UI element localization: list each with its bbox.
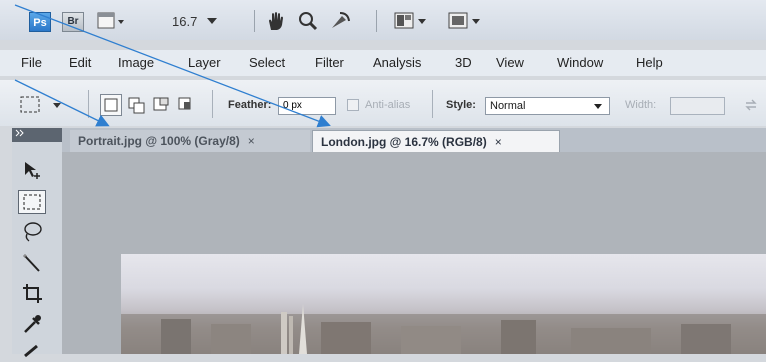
lasso-icon <box>24 222 42 242</box>
swap-arrows-icon <box>745 99 757 111</box>
tool-preset-picker[interactable] <box>19 94 67 116</box>
tab-portrait-label: Portrait.jpg @ 100% (Gray/8) <box>78 134 240 148</box>
style-select[interactable]: Normal <box>485 97 610 115</box>
magic-wand-icon <box>23 254 40 272</box>
healing-brush-icon <box>24 344 38 358</box>
style-label: Style: <box>446 99 476 111</box>
hand-tool-button[interactable] <box>265 9 287 33</box>
view-extras-dropdown[interactable] <box>96 9 126 33</box>
arrange-documents-dropdown[interactable] <box>393 9 429 33</box>
crop-icon <box>23 284 42 303</box>
healing-brush-tool[interactable] <box>18 338 46 362</box>
menu-view[interactable]: View <box>496 55 524 70</box>
menu-filter[interactable]: Filter <box>315 55 344 70</box>
move-tool[interactable] <box>18 158 46 182</box>
menu-bar: File Edit Image Layer Select Filter Anal… <box>0 50 766 76</box>
screen-mode-icon <box>448 12 480 29</box>
menu-help[interactable]: Help <box>636 55 663 70</box>
style-select-value: Normal <box>490 100 526 112</box>
menu-window[interactable]: Window <box>557 55 603 70</box>
london-photo <box>121 254 766 354</box>
anti-alias-label: Anti-alias <box>365 99 411 111</box>
menu-image[interactable]: Image <box>118 55 154 70</box>
tools-panel-header[interactable] <box>12 128 62 142</box>
rectangular-marquee-icon <box>23 194 41 210</box>
rectangular-marquee-tool[interactable] <box>18 190 46 214</box>
feather-input[interactable]: 0 px <box>278 97 336 115</box>
crop-tool[interactable] <box>18 282 46 306</box>
screen-mode-dropdown[interactable] <box>447 9 483 33</box>
marquee-preset-icon <box>20 96 61 113</box>
zoom-level-dropdown[interactable]: 16.7 <box>172 9 219 33</box>
tab-london[interactable]: London.jpg @ 16.7% (RGB/8) × <box>312 130 560 152</box>
intersect-selection-button[interactable] <box>176 94 198 116</box>
close-icon[interactable]: × <box>495 135 502 149</box>
move-tool-icon <box>25 162 40 179</box>
menu-3d[interactable]: 3D <box>455 55 472 70</box>
anti-alias-checkbox[interactable] <box>347 99 359 111</box>
new-selection-button[interactable] <box>100 94 122 116</box>
close-icon[interactable]: × <box>248 134 255 148</box>
hand-icon <box>269 12 283 30</box>
menu-select[interactable]: Select <box>249 55 285 70</box>
quick-selection-tool[interactable] <box>18 252 46 276</box>
arrange-documents-icon <box>394 12 426 29</box>
city-skyline-image <box>121 304 766 354</box>
width-input[interactable] <box>670 97 725 115</box>
bridge-launch-button[interactable]: Br <box>62 12 84 32</box>
rotate-view-icon <box>332 12 350 28</box>
chevron-down-icon <box>207 18 218 24</box>
add-selection-icon <box>128 97 145 114</box>
tab-portrait[interactable]: Portrait.jpg @ 100% (Gray/8) × <box>70 130 310 152</box>
menu-layer[interactable]: Layer <box>188 55 221 70</box>
menu-file[interactable]: File <box>21 55 42 70</box>
zoom-tool-button[interactable] <box>297 9 319 33</box>
eyedropper-tool[interactable] <box>18 312 46 336</box>
subtract-selection-icon <box>153 97 169 111</box>
add-selection-button[interactable] <box>126 94 148 116</box>
subtract-selection-button[interactable] <box>151 94 173 116</box>
chevron-down-icon <box>594 104 602 109</box>
tab-london-label: London.jpg @ 16.7% (RGB/8) <box>321 134 487 149</box>
zoom-level-value: 16.7 <box>172 13 198 29</box>
options-divider <box>212 90 213 118</box>
new-selection-icon <box>104 98 118 112</box>
menu-edit[interactable]: Edit <box>69 55 91 70</box>
swap-width-height-button[interactable] <box>744 98 758 115</box>
rotate-view-button[interactable] <box>328 9 352 33</box>
width-label: Width: <box>625 99 657 111</box>
expand-panel-icon <box>15 129 24 137</box>
options-divider <box>88 90 89 118</box>
view-extras-icon <box>97 12 124 29</box>
photoshop-logo-button[interactable]: Ps <box>29 12 51 32</box>
menu-analysis[interactable]: Analysis <box>373 55 421 70</box>
options-divider <box>432 90 433 118</box>
intersect-selection-icon <box>178 97 191 110</box>
magnifier-icon <box>299 12 318 31</box>
toolbar-divider <box>376 10 377 32</box>
toolbar-divider <box>254 10 255 32</box>
feather-label: Feather: <box>228 99 272 111</box>
eyedropper-icon <box>24 315 41 333</box>
lasso-tool[interactable] <box>18 220 46 244</box>
